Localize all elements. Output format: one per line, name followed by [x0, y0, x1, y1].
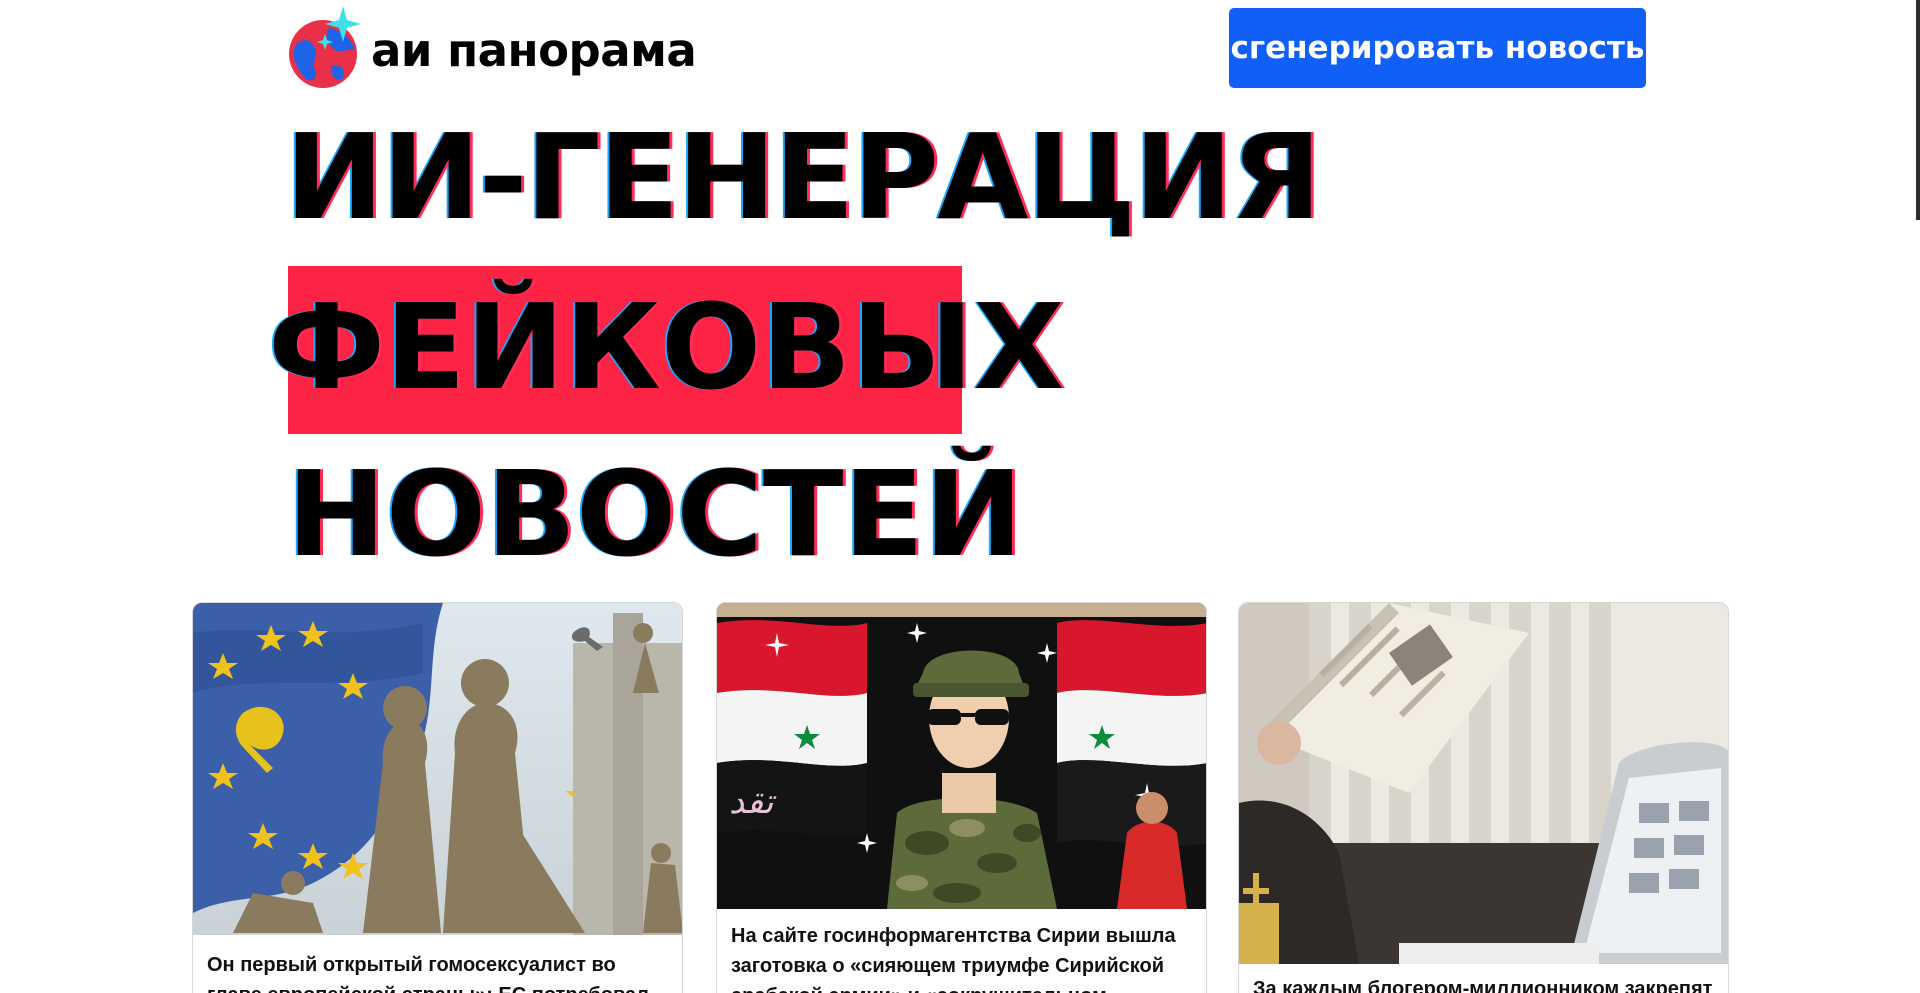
site-logo[interactable]: аи панорама: [281, 6, 697, 90]
article-card[interactable]: Он первый открытый гомосексуалист во гла…: [192, 602, 683, 993]
article-title: Он первый открытый гомосексуалист во гла…: [207, 954, 649, 993]
generate-news-button[interactable]: сгенерировать новость: [1229, 8, 1646, 88]
article-card[interactable]: ﺗﻘﺪ На сайте госинформагентства Сирии вы…: [716, 602, 1207, 993]
article-title: На сайте госинформагентства Сирии вышла …: [731, 925, 1176, 993]
globe-sparkle-icon: [281, 6, 365, 90]
article-title: За каждым блогером-миллионником закрепят: [1253, 978, 1713, 993]
hero-line-1: ИИ-ГЕНЕРАЦИЯ: [285, 108, 1322, 246]
svg-text:ﺗﻘﺪ: ﺗﻘﺪ: [729, 782, 777, 822]
article-card[interactable]: За каждым блогером-миллионником закрепят: [1238, 602, 1729, 993]
scrollbar-thumb[interactable]: [1916, 0, 1920, 220]
article-image: [193, 603, 682, 935]
article-image: [1239, 603, 1728, 964]
logo-text: аи панорама: [371, 23, 697, 77]
hero-line-2: ФЕЙКОВЫХ: [268, 278, 1065, 416]
article-image: ﺗﻘﺪ: [717, 603, 1206, 909]
hero-line-3: НОВОСТЕЙ: [287, 445, 1023, 583]
